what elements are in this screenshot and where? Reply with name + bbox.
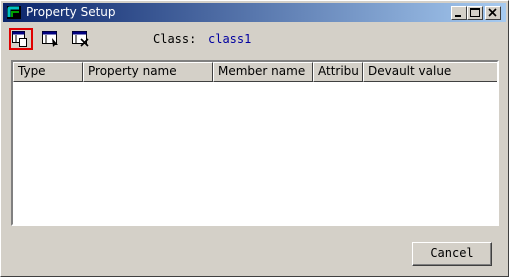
property-setup-window: Property Setup Class: class1 Type Proper… — [0, 0, 509, 277]
delete-property-icon — [72, 31, 89, 47]
close-icon — [488, 8, 497, 17]
property-table[interactable]: Type Property name Member name Attribu D… — [11, 60, 499, 226]
minimize-icon — [455, 15, 461, 17]
title-bar[interactable]: Property Setup — [3, 3, 506, 22]
window-title: Property Setup — [26, 5, 116, 19]
column-header-attribute[interactable]: Attribu — [313, 62, 363, 82]
class-label: Class: — [153, 32, 197, 46]
new-property-icon — [12, 31, 27, 47]
cancel-button[interactable]: Cancel — [412, 242, 492, 266]
column-header-property-name[interactable]: Property name — [83, 62, 213, 82]
edit-property-button[interactable] — [39, 28, 63, 50]
class-value: class1 — [208, 32, 252, 46]
delete-property-button[interactable] — [69, 28, 93, 50]
maximize-icon — [470, 8, 480, 17]
new-property-button[interactable] — [9, 28, 33, 50]
table-body[interactable] — [13, 82, 497, 224]
column-header-type[interactable]: Type — [13, 62, 83, 82]
column-header-default-value[interactable]: Devault value — [363, 62, 497, 82]
app-icon — [7, 6, 21, 19]
maximize-button[interactable] — [467, 6, 483, 20]
column-header-member-name[interactable]: Member name — [213, 62, 313, 82]
table-header: Type Property name Member name Attribu D… — [13, 62, 497, 82]
minimize-button[interactable] — [451, 6, 467, 20]
edit-property-icon — [42, 31, 58, 47]
close-button[interactable] — [485, 6, 501, 20]
